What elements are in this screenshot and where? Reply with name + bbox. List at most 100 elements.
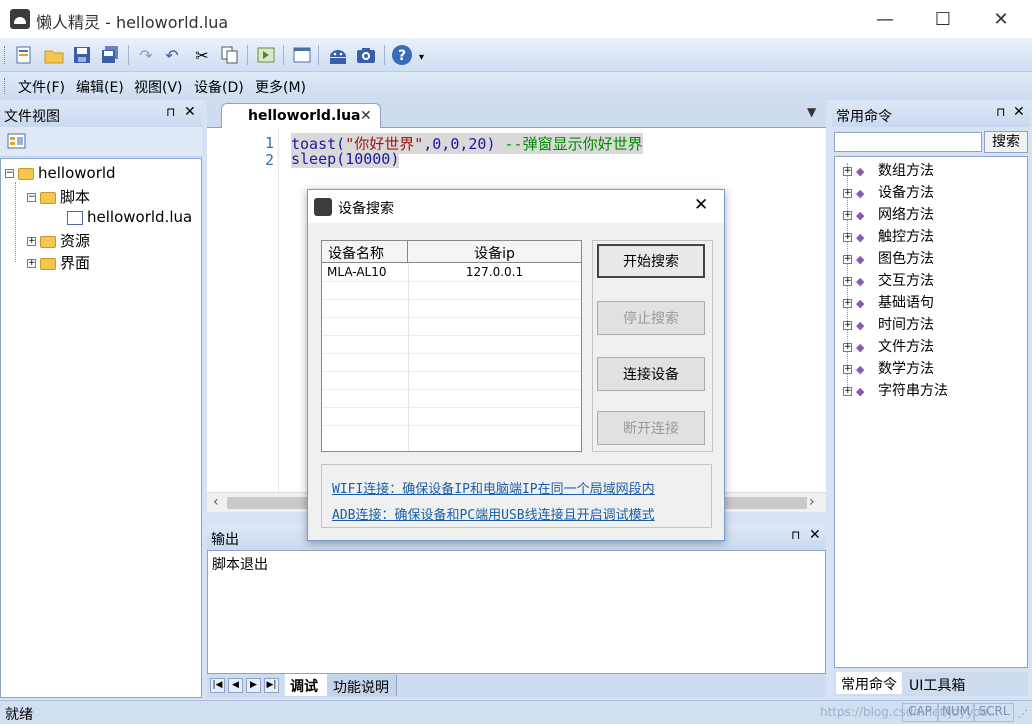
command-search-button[interactable]: 搜索 <box>984 131 1028 153</box>
run-icon[interactable] <box>254 43 278 67</box>
file-view-header: 文件视图 ⊓ ✕ <box>0 101 202 127</box>
tab-ui-toolbox[interactable]: UI工具箱 <box>904 673 976 694</box>
command-item[interactable]: + ◆ 基础语句 <box>843 292 934 312</box>
expand-icon[interactable]: + <box>843 298 852 308</box>
tree-item-resources[interactable]: + 资源 <box>27 230 90 251</box>
stop-search-button[interactable]: 停止搜索 <box>597 301 705 335</box>
toolbar-separator <box>128 45 129 65</box>
expand-icon[interactable]: + <box>843 210 852 220</box>
command-item-label: 数学方法 <box>878 361 934 377</box>
command-item[interactable]: + ◆ 数学方法 <box>843 358 934 378</box>
minimize-button[interactable]: — <box>856 0 914 38</box>
camera-icon[interactable] <box>354 43 378 67</box>
expand-icon[interactable]: + <box>843 276 852 286</box>
tab-list-chevron-down-icon[interactable]: ▼ <box>807 105 816 119</box>
new-file-icon[interactable] <box>12 43 36 67</box>
pin-icon[interactable]: ⊓ <box>996 105 1005 119</box>
scroll-left-icon[interactable]: ‹ <box>213 494 219 510</box>
code-line-2: sleep(10000) <box>291 150 400 168</box>
output-text-area[interactable]: 脚本退出 <box>207 550 826 674</box>
copy-icon[interactable] <box>218 43 242 67</box>
command-item[interactable]: + ◆ 触控方法 <box>843 226 934 246</box>
table-row[interactable]: MLA-AL10 127.0.0.1 <box>322 264 581 281</box>
close-icon[interactable]: ✕ <box>184 104 196 120</box>
column-device-ip[interactable]: 设备ip <box>408 241 581 262</box>
resize-grip-icon[interactable]: ⋰ <box>1018 709 1028 720</box>
expand-icon[interactable]: + <box>843 254 852 264</box>
collapse-icon[interactable]: − <box>27 193 36 202</box>
disconnect-button[interactable]: 断开连接 <box>597 411 705 445</box>
command-item-label: 数组方法 <box>878 163 934 179</box>
close-icon[interactable]: ✕ <box>360 108 372 124</box>
collapse-icon[interactable]: − <box>5 169 14 178</box>
command-item[interactable]: + ◆ 时间方法 <box>843 314 934 334</box>
save-icon[interactable] <box>70 43 94 67</box>
tree-item-ui[interactable]: + 界面 <box>27 252 90 273</box>
expand-icon[interactable]: + <box>843 320 852 330</box>
command-item[interactable]: + ◆ 网络方法 <box>843 204 934 224</box>
properties-icon[interactable] <box>7 132 27 150</box>
menu-edit[interactable]: 编辑(E) <box>76 77 124 97</box>
tab-function-help[interactable]: 功能说明 <box>327 675 397 696</box>
adb-help-link[interactable]: ADB连接：确保设备和PC端用USB线连接且开启调试模式 <box>332 504 655 523</box>
editor-tab[interactable]: helloworld.lua ✕ <box>221 103 381 128</box>
line-number: 2 <box>265 151 275 169</box>
window-icon[interactable] <box>290 43 314 67</box>
cut-icon[interactable]: ✂ <box>190 43 214 67</box>
device-list[interactable]: 设备名称 设备ip MLA-AL10 127.0.0.1 <box>321 240 582 452</box>
pin-icon[interactable]: ⊓ <box>166 105 175 119</box>
menu-view[interactable]: 视图(V) <box>134 77 183 97</box>
expand-icon[interactable]: + <box>843 342 852 352</box>
command-item[interactable]: + ◆ 设备方法 <box>843 182 934 202</box>
pin-icon[interactable]: ⊓ <box>791 528 800 542</box>
tree-item-root[interactable]: − helloworld <box>5 164 116 182</box>
wifi-help-link[interactable]: WIFI连接：确保设备IP和电脑端IP在同一个局域网段内 <box>332 478 655 497</box>
command-item[interactable]: + ◆ 交互方法 <box>843 270 934 290</box>
undo-icon[interactable]: ↶ <box>160 43 184 67</box>
method-icon: ◆ <box>856 275 865 288</box>
next-tab-icon[interactable]: ▶ <box>246 678 261 693</box>
expand-icon[interactable]: + <box>843 364 852 374</box>
command-search-input[interactable] <box>834 132 982 152</box>
expand-icon[interactable]: + <box>843 386 852 396</box>
toolbar-grip[interactable] <box>4 46 7 64</box>
command-item[interactable]: + ◆ 数组方法 <box>843 160 934 180</box>
toolbar-overflow-icon[interactable]: ▾ <box>419 52 424 63</box>
tab-debug[interactable]: 调试 <box>285 674 327 696</box>
device-search-dialog: 设备搜索 ✕ 设备名称 设备ip MLA-AL10 127.0.0.1 开始搜索… <box>307 189 725 541</box>
folder-icon <box>40 235 56 248</box>
expand-icon[interactable]: + <box>843 232 852 242</box>
device-name-cell: MLA-AL10 <box>327 265 387 279</box>
android-icon[interactable] <box>326 43 350 67</box>
tree-item-script-file[interactable]: helloworld.lua <box>67 208 192 226</box>
connect-device-button[interactable]: 连接设备 <box>597 357 705 391</box>
save-all-icon[interactable] <box>98 43 122 67</box>
command-item[interactable]: + ◆ 图色方法 <box>843 248 934 268</box>
close-icon[interactable]: ✕ <box>1013 104 1025 120</box>
prev-tab-icon[interactable]: ◀ <box>228 678 243 693</box>
command-item[interactable]: + ◆ 字符串方法 <box>843 380 948 400</box>
last-tab-icon[interactable]: ▶| <box>264 678 279 693</box>
scroll-right-icon[interactable]: › <box>809 494 815 510</box>
command-item[interactable]: + ◆ 文件方法 <box>843 336 934 356</box>
dialog-title-bar: 设备搜索 ✕ <box>308 190 724 223</box>
close-icon[interactable]: ✕ <box>694 195 708 215</box>
expand-icon[interactable]: + <box>843 166 852 176</box>
maximize-button[interactable]: ☐ <box>914 0 972 38</box>
open-folder-icon[interactable] <box>42 43 66 67</box>
menu-device[interactable]: 设备(D) <box>194 77 244 97</box>
expand-icon[interactable]: + <box>843 188 852 198</box>
start-search-button[interactable]: 开始搜索 <box>597 244 705 278</box>
tab-common-commands[interactable]: 常用命令 <box>836 672 902 694</box>
menu-more[interactable]: 更多(M) <box>255 77 306 97</box>
expand-icon[interactable]: + <box>27 237 36 246</box>
close-icon[interactable]: ✕ <box>809 527 821 543</box>
tree-item-script-folder[interactable]: − 脚本 <box>27 186 90 207</box>
first-tab-icon[interactable]: |◀ <box>210 678 225 693</box>
close-window-button[interactable]: ✕ <box>972 0 1030 38</box>
column-device-name[interactable]: 设备名称 <box>322 241 408 262</box>
redo-icon[interactable]: ↷ <box>134 43 158 67</box>
menu-file[interactable]: 文件(F) <box>18 77 65 97</box>
expand-icon[interactable]: + <box>27 259 36 268</box>
help-icon[interactable]: ? <box>390 43 414 67</box>
